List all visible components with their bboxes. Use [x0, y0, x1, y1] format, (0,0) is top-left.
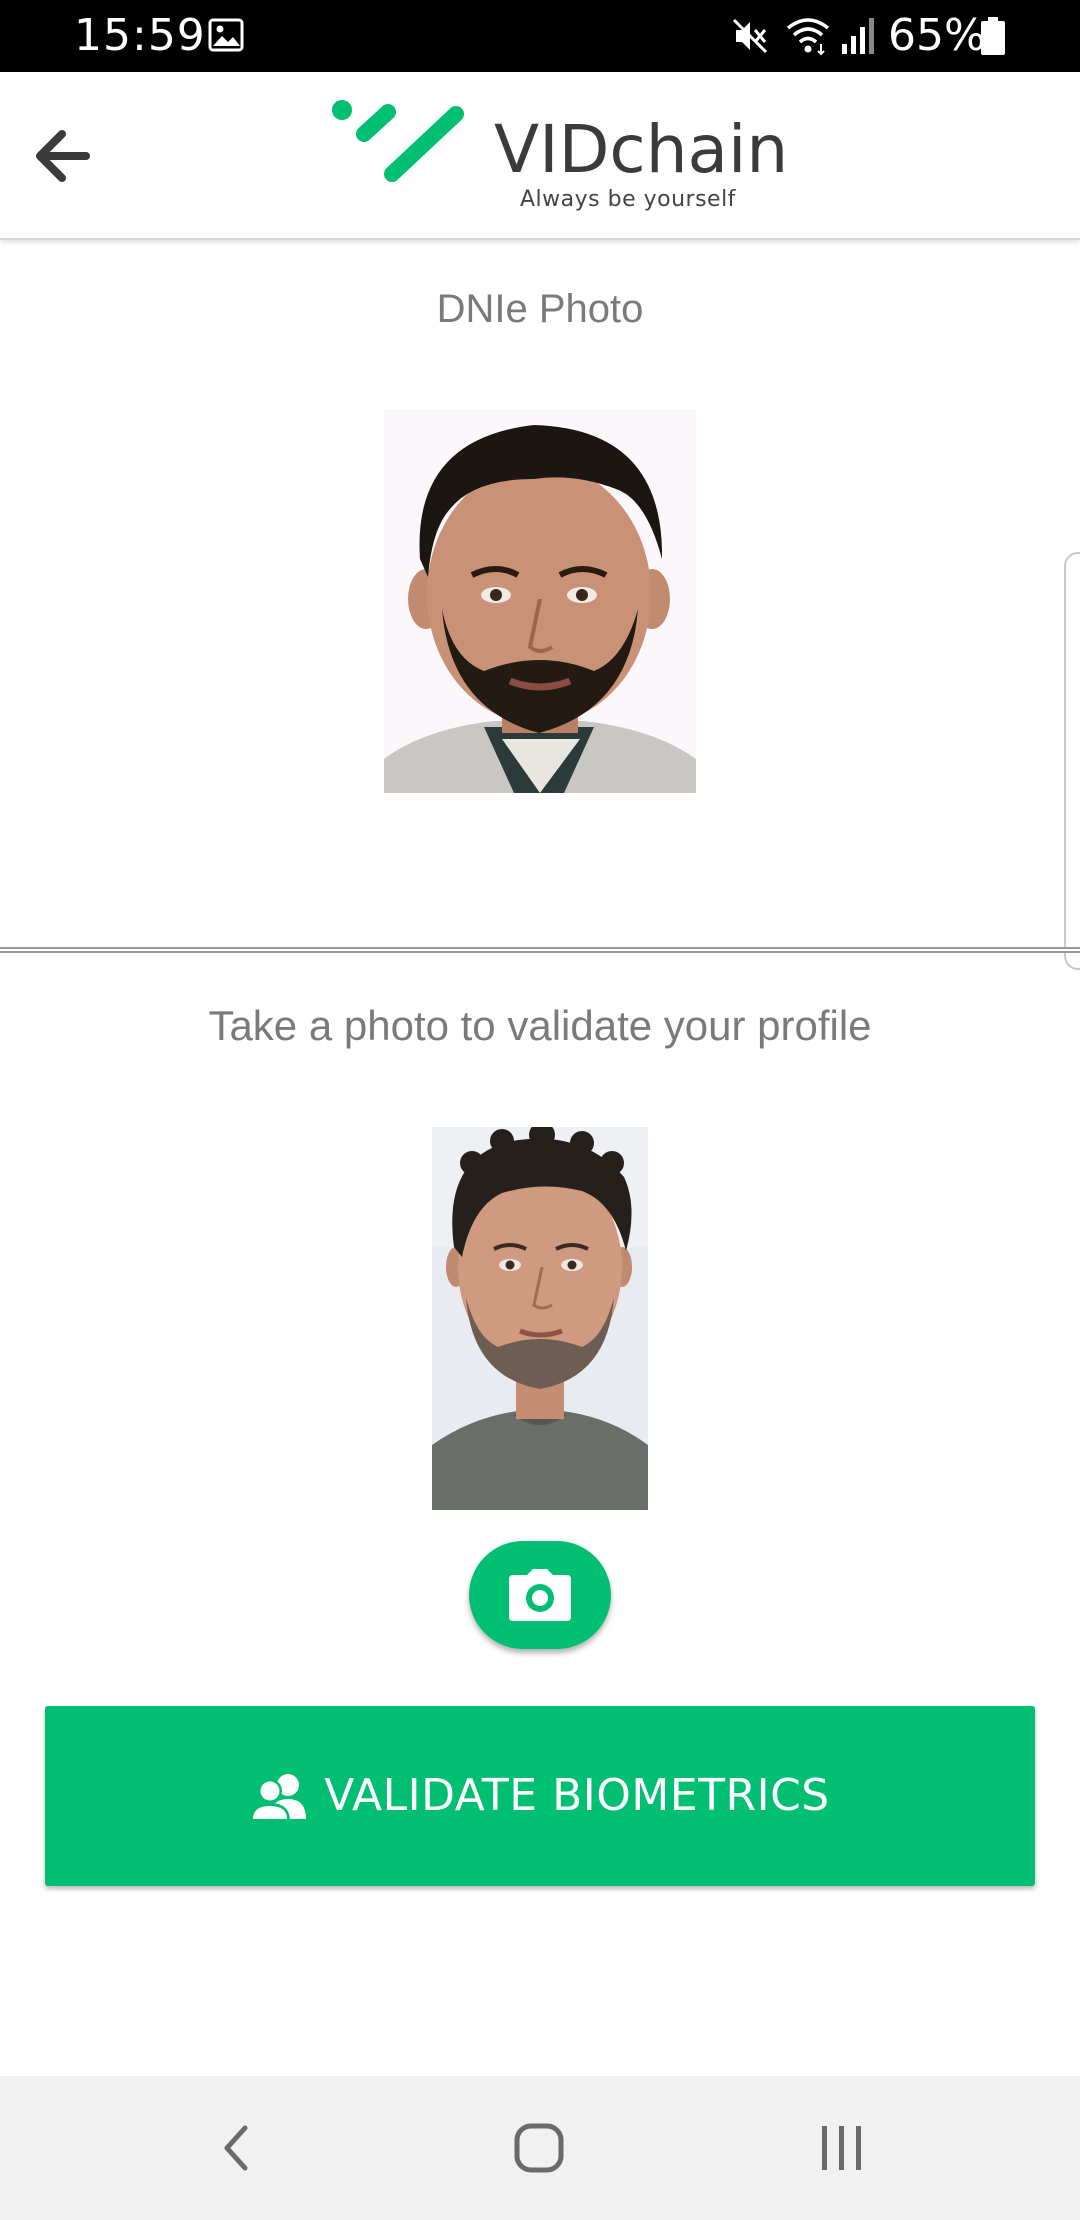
mute-icon — [732, 18, 768, 54]
take-photo-button[interactable] — [469, 1541, 611, 1649]
validate-biometrics-button[interactable]: VALIDATE BIOMETRICS — [45, 1706, 1035, 1886]
battery-level: 65% — [888, 10, 986, 61]
status-time: 15:59 — [74, 10, 206, 61]
back-button[interactable] — [22, 116, 102, 196]
vidchain-logo-icon — [332, 100, 464, 182]
selfie-title: Take a photo to validate your profile — [208, 1002, 872, 1049]
dnie-portrait-image — [384, 409, 696, 793]
camera-icon — [509, 1569, 571, 1621]
arrow-left-icon — [36, 130, 90, 182]
section-divider — [0, 947, 1080, 953]
validate-biometrics-label: VALIDATE BIOMETRICS — [324, 1770, 830, 1821]
selfie-photo — [432, 1127, 648, 1510]
dnie-photo — [384, 409, 696, 793]
status-bar: 15:59 65% — [0, 0, 1080, 72]
nav-home-icon[interactable] — [507, 2116, 571, 2180]
selfie-portrait-image — [432, 1127, 648, 1510]
app-header: VIDchain Always be yourself — [0, 72, 1080, 240]
battery-icon — [981, 17, 1005, 55]
brand-tagline: Always be yourself — [520, 187, 736, 212]
users-icon — [250, 1774, 307, 1821]
gallery-icon — [208, 18, 244, 52]
screen: 15:59 65% VIDchain Always be yourself DN… — [0, 0, 1080, 2220]
scroll-edge — [1064, 552, 1080, 970]
nav-recents-icon[interactable] — [810, 2116, 874, 2180]
brand-name: VIDchain — [494, 111, 789, 188]
dnie-photo-title: DNIe Photo — [436, 287, 644, 331]
system-nav-bar — [0, 2076, 1080, 2220]
signal-icon — [842, 18, 874, 54]
nav-back-icon[interactable] — [205, 2116, 269, 2180]
wifi-icon — [786, 18, 830, 56]
